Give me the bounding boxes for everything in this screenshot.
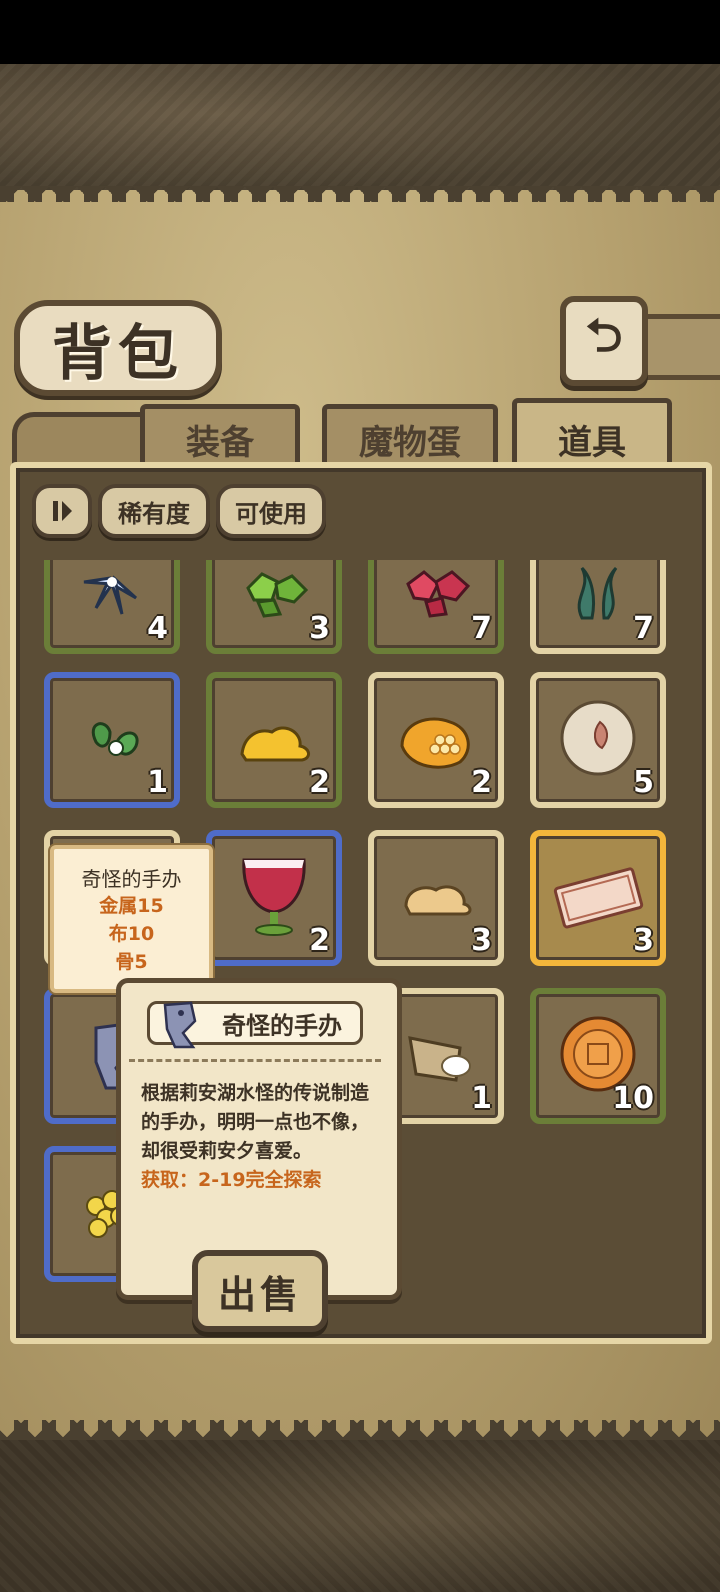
item-quantity: 1 (147, 765, 168, 800)
crafting-materials-tooltip: 奇怪的手办 金属15 布10 骨5 (50, 845, 213, 993)
page-title: 背包 (14, 300, 222, 396)
item-quantity: 3 (633, 923, 654, 958)
map-background-top (0, 64, 720, 190)
rarity-filter-button[interactable]: 稀有度 (98, 484, 210, 538)
divider (129, 1059, 381, 1062)
blue-flower-icon (83, 575, 138, 615)
item-slot[interactable]: 2 (206, 830, 342, 966)
back-rail (636, 314, 720, 380)
rice-bag-icon (408, 1036, 471, 1082)
sell-label: 出售 (217, 1272, 302, 1317)
item-slot[interactable]: 7 (368, 560, 504, 654)
red-crystal-icon (406, 570, 471, 618)
ticket-icon (553, 867, 644, 929)
tooltip-material: 骨5 (115, 951, 148, 973)
back-button[interactable]: ⮌ (560, 296, 648, 386)
item-quantity: 5 (633, 765, 654, 800)
tooltip-title: 奇怪的手办 (81, 867, 182, 891)
item-quantity: 2 (309, 765, 330, 800)
tab-equipment-label: 装备 (186, 422, 254, 463)
wine-glass-icon (242, 858, 306, 936)
seaweed-icon (577, 566, 618, 620)
dough-icon (404, 885, 472, 916)
rarity-filter-label: 稀有度 (118, 499, 190, 528)
status-bar (0, 0, 720, 64)
map-background-bottom (0, 1440, 720, 1592)
tooltip-material: 布10 (108, 923, 155, 945)
sort-toggle-button[interactable] (32, 484, 92, 538)
tab-monster-egg-label: 魔物蛋 (359, 422, 461, 463)
item-slot[interactable]: 1 (44, 672, 180, 808)
item-slot[interactable]: 2 (206, 672, 342, 808)
item-slot[interactable]: 3 (368, 830, 504, 966)
item-slot[interactable]: 3 (206, 560, 342, 654)
gold-blob-icon (240, 726, 310, 762)
item-quantity: 10 (612, 1081, 654, 1116)
usable-filter-label: 可使用 (235, 499, 307, 528)
sell-button[interactable]: 出售 (192, 1250, 328, 1332)
item-quantity: 3 (309, 611, 330, 646)
item-quantity: 3 (471, 923, 492, 958)
item-slot[interactable]: 2 (368, 672, 504, 808)
item-quantity: 2 (309, 923, 330, 958)
item-quantity: 7 (633, 611, 654, 646)
item-quantity: 4 (147, 611, 168, 646)
item-slot[interactable]: 3 (530, 830, 666, 966)
item-source: 获取：2-19完全探索 (141, 1169, 322, 1191)
tab-monster-egg[interactable]: 魔物蛋 (322, 404, 498, 469)
sort-icon (53, 501, 72, 521)
item-slot[interactable]: 7 (530, 560, 666, 654)
torn-edge-top (0, 186, 720, 202)
item-slot[interactable]: 10 (530, 988, 666, 1124)
item-name: 奇怪的手办 (222, 1011, 342, 1040)
usable-filter-button[interactable]: 可使用 (216, 484, 326, 538)
item-quantity: 1 (471, 1081, 492, 1116)
page-title-text: 背包 (52, 318, 184, 389)
item-description: 根据莉安湖水怪的传说制造的手办，明明一点也不像，却很受莉安夕喜爱。 (141, 1082, 370, 1162)
item-description-block: 根据莉安湖水怪的传说制造的手办，明明一点也不像，却很受莉安夕喜爱。 获取：2-1… (141, 1079, 369, 1195)
back-arrow-icon: ⮌ (585, 308, 623, 362)
pearl-icon (560, 700, 636, 776)
tab-items-label: 道具 (558, 422, 626, 463)
item-quantity: 7 (471, 611, 492, 646)
tooltip-material: 金属15 (99, 895, 164, 917)
tab-placeholder (12, 412, 150, 469)
item-quantity: 2 (471, 765, 492, 800)
item-slot[interactable]: 5 (530, 672, 666, 808)
lake-monster-figure-icon (163, 1001, 197, 1049)
tea-leaf-icon (91, 722, 139, 756)
item-slot[interactable]: 4 (44, 560, 180, 654)
torn-edge-bottom (0, 1420, 720, 1440)
honeycomb-icon (400, 717, 470, 769)
tab-equipment[interactable]: 装备 (140, 404, 300, 469)
green-crystal-icon (246, 572, 309, 618)
